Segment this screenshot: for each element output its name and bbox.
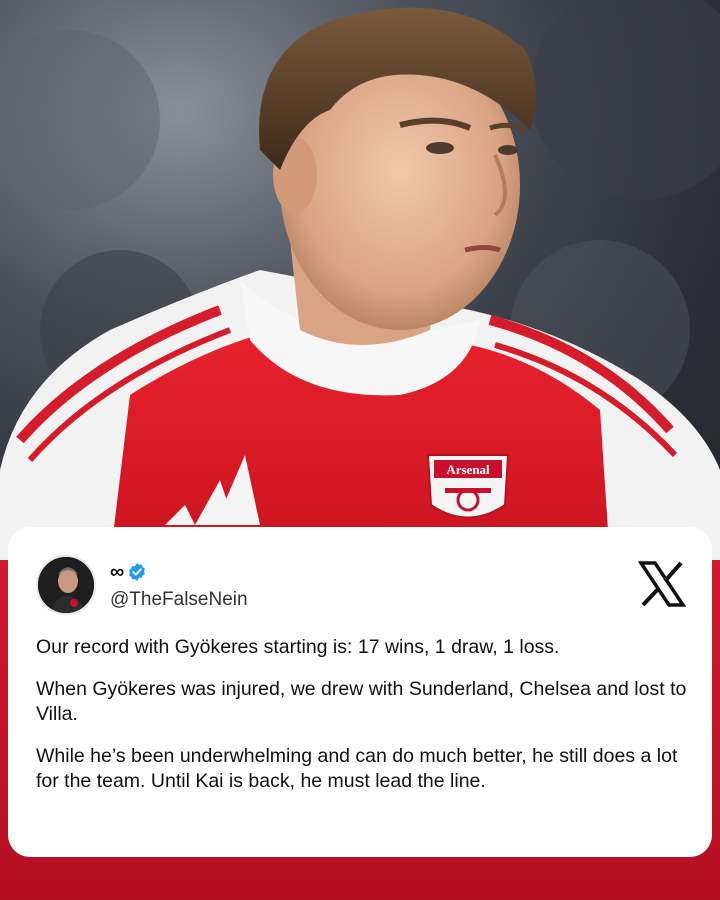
- verified-badge-icon: [129, 563, 146, 581]
- player-illustration: Arsenal: [0, 0, 720, 560]
- post-card[interactable]: ∞ @TheFalseNein Our record with Gyökeres…: [8, 527, 712, 857]
- author-handle[interactable]: @TheFalseNein: [110, 589, 248, 611]
- player-photo: Arsenal: [0, 0, 720, 560]
- post-paragraph: When Gyökeres was injured, we drew with …: [36, 678, 687, 725]
- avatar[interactable]: [36, 555, 96, 615]
- x-logo-icon[interactable]: [638, 561, 686, 607]
- author-name-row: ∞: [110, 561, 147, 583]
- svg-text:Arsenal: Arsenal: [446, 462, 490, 477]
- post-text: Our record with Gyökeres starting is: 17…: [36, 635, 696, 811]
- display-name[interactable]: ∞: [110, 561, 124, 583]
- arsenal-crest-icon: Arsenal: [426, 454, 510, 519]
- post-paragraph: While he’s been underwhelming and can do…: [36, 745, 678, 792]
- post-paragraph: Our record with Gyökeres starting is: 17…: [36, 636, 560, 658]
